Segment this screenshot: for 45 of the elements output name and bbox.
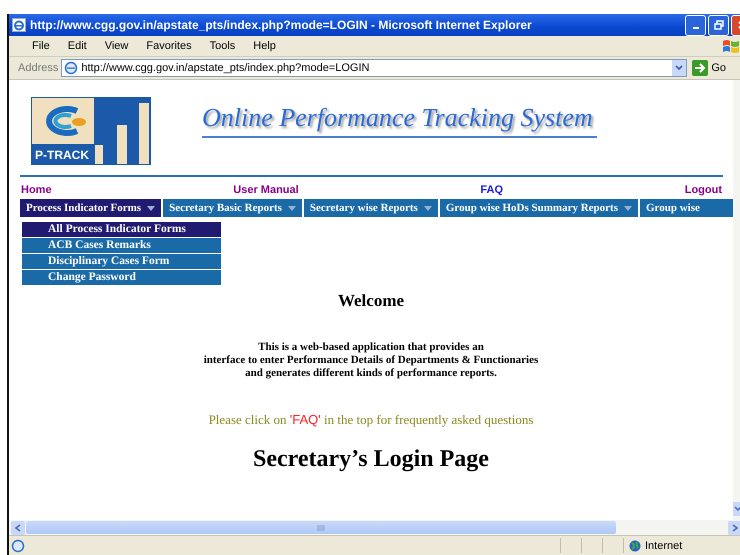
faq-link[interactable]: 'FAQ' — [290, 412, 321, 427]
menu-item[interactable]: Edit — [58, 40, 96, 52]
browser-icon — [12, 18, 26, 32]
page-icon — [64, 61, 78, 75]
minimize-icon — [692, 27, 698, 29]
menu-item[interactable]: Tools — [200, 40, 244, 52]
page-icon — [11, 538, 25, 552]
address-label: Address — [18, 62, 58, 74]
window-title: http://www.cgg.gov.in/apstate_pts/index.php?mode=LOGIN - Microsoft Internet Explorer — [30, 18, 533, 32]
minimize-button[interactable] — [685, 14, 706, 36]
globe-icon — [629, 540, 641, 552]
nav-link[interactable]: Logout — [684, 184, 722, 196]
restore-icon — [714, 20, 724, 30]
nav-link[interactable]: User Manual — [233, 184, 299, 196]
menu-item[interactable]: Help — [244, 40, 285, 52]
logo: P-TRACK — [31, 97, 151, 165]
menu-item[interactable]: File — [23, 40, 59, 52]
zone-label: Internet — [645, 540, 682, 552]
welcome-heading: Welcome — [336, 291, 406, 311]
address-field[interactable]: http://www.cgg.gov.in/apstate_pts/index.php?mode=LOGIN — [61, 59, 688, 77]
dropdown-item[interactable]: All Process Indicator Forms — [22, 222, 221, 237]
faq-note: Please click on 'FAQ' in the top for frequently asked questions — [208, 412, 534, 428]
scroll-right-button[interactable] — [728, 520, 740, 534]
scroll-left-button[interactable] — [11, 520, 25, 534]
menu-item[interactable]: Favorites — [137, 40, 201, 52]
windows-logo-icon — [721, 37, 740, 55]
dropdown-item[interactable]: Change Password — [22, 270, 221, 285]
nav-link[interactable]: FAQ — [480, 184, 504, 196]
menu-tab[interactable]: Group wise — [640, 199, 733, 217]
menu-tab[interactable]: Secretary wise Reports — [304, 199, 438, 217]
login-heading: Secretary’s Login Page — [252, 446, 490, 473]
description-text: This is a web-based application that provides an interface to enter Performance Details of Departments & Functionaries and generates different kinds of performance reports. — [202, 341, 540, 380]
scroll-thumb[interactable] — [26, 521, 616, 534]
site-title: Online Performance Tracking System — [202, 103, 597, 138]
menu-item[interactable]: View — [96, 40, 138, 52]
horizontal-scrollbar[interactable] — [9, 520, 740, 535]
menu-tab[interactable]: Group wise HoDs Summary Reports — [440, 199, 638, 217]
dropdown-item[interactable]: Disciplinary Cases Form — [22, 254, 221, 269]
nav-link[interactable]: Home — [21, 184, 52, 196]
dropdown-item[interactable]: ACB Cases Remarks — [22, 238, 221, 253]
menu-tab[interactable]: Secretary Basic Reports — [163, 199, 302, 217]
restore-button[interactable] — [708, 14, 729, 36]
menu-tab[interactable]: Process Indicator Forms — [20, 199, 162, 217]
scroll-down-icon[interactable] — [733, 502, 740, 516]
go-button[interactable]: Go — [690, 60, 728, 76]
